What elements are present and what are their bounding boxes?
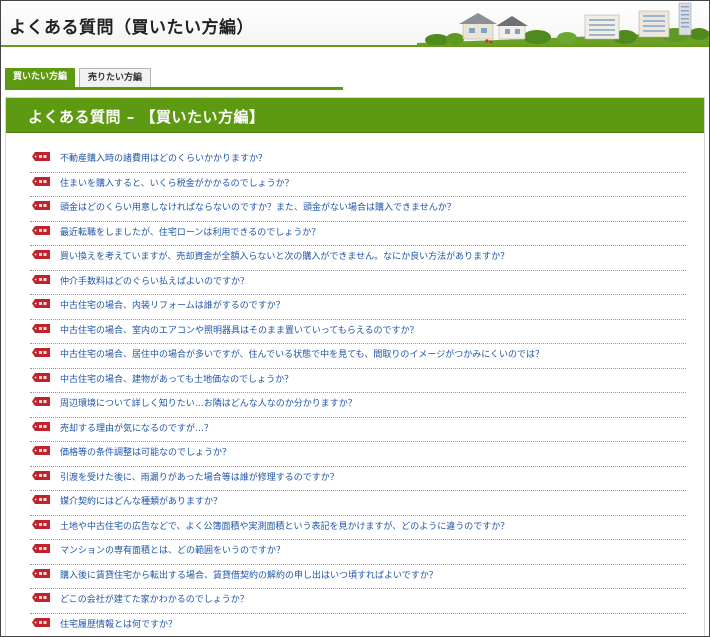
faq-question-link[interactable]: 買い換えを考えていますが、売却資金が全額入らないと次の購入ができません。なにか良… (60, 249, 509, 262)
question-tag-icon (32, 323, 50, 333)
faq-question-link[interactable]: 引渡を受けた後に、雨漏りがあった場合等は誰が修理するのですか？ (60, 470, 339, 483)
question-tag-icon (32, 470, 50, 480)
faq-item: 購入後に賃貸住宅から転出する場合、賃貸借契約の解約の申し出はいつ頃すればよいです… (30, 565, 686, 589)
question-tag-icon (32, 544, 50, 553)
faq-question-link[interactable]: 売却する理由が気になるのですが…？ (60, 421, 213, 434)
question-tag-icon (32, 348, 50, 357)
faq-item: 媒介契約にはどんな種類がありますか？ (30, 491, 686, 516)
faq-item: 売却する理由が気になるのですが…？ (30, 418, 686, 442)
question-tag-icon (32, 568, 50, 578)
tab-sellers[interactable]: 売りたい方編 (79, 68, 151, 87)
faq-item: 不動産購入時の諸費用はどのくらいかかりますか？ (30, 148, 686, 173)
faq-question-link[interactable]: 住宅履歴情報とは何ですか？ (60, 617, 177, 630)
faq-question-link[interactable]: どこの会社が建てた家かわかるのでしょうか？ (60, 592, 249, 605)
faq-question-link[interactable]: 土地や中古住宅の広告などで、よく公簿面積や実測面積という表記を見かけますが、どの… (60, 519, 509, 532)
faq-question-link[interactable]: 仲介手数料はどのぐらい払えばよいのですか？ (60, 274, 249, 287)
header-underline (1, 45, 709, 47)
question-tag-icon (32, 397, 50, 406)
faq-list: 不動産購入時の諸費用はどのくらいかかりますか？ 住まいを購入すると、いくら税金がか… (30, 148, 686, 637)
header-buildings-illustration (417, 2, 709, 47)
question-tag-icon (32, 519, 50, 529)
faq-item: 中古住宅の場合、内装リフォームは誰がするのですか？ (30, 295, 686, 320)
faq-question-link[interactable]: 住まいを購入すると、いくら税金がかかるのでしょうか？ (60, 176, 294, 189)
section-title: よくある質問 – 【買いたい方編】 (28, 108, 265, 126)
faq-question-link[interactable]: 不動産購入時の諸費用はどのくらいかかりますか？ (60, 151, 267, 164)
faq-question-link[interactable]: 中古住宅の場合、居住中の場合が多いですが、住んでいる状態で中を見ても、間取りのイ… (60, 347, 544, 360)
tab-underline (5, 87, 343, 90)
question-tag-icon (32, 372, 50, 382)
question-tag-icon (32, 250, 50, 259)
faq-item: どこの会社が建てた家かわかるのでしょうか？ (30, 589, 686, 614)
faq-item: 周辺環境について詳しく知りたい…お隣はどんな人なのか分かりますか？ (30, 393, 686, 418)
faq-question-link[interactable]: 媒介契約にはどんな種類がありますか？ (60, 494, 222, 507)
faq-item: 中古住宅の場合、建物があっても土地価なのでしょうか？ (30, 369, 686, 393)
page-title: よくある質問（買いたい方編） (9, 18, 254, 38)
faq-item: 買い換えを考えていますが、売却資金が全額入らないと次の購入ができません。なにか良… (30, 246, 686, 271)
question-tag-icon (32, 225, 50, 235)
faq-item: 中古住宅の場合、室内のエアコンや照明器具はそのまま置いていってもらえるのですか？ (30, 320, 686, 344)
faq-question-link[interactable]: 頭金はどのくらい用意しなければならないのですか？また、頭金がない場合は購入できま… (60, 200, 456, 213)
question-tag-icon (32, 152, 50, 161)
faq-question-link[interactable]: 購入後に賃貸住宅から転出する場合、賃貸借契約の解約の申し出はいつ頃すればよいです… (60, 568, 438, 581)
faq-question-link[interactable]: 中古住宅の場合、室内のエアコンや照明器具はそのまま置いていってもらえるのですか？ (60, 323, 419, 336)
tab-buyers[interactable]: 買いたい方編 (5, 68, 75, 87)
faq-item: 土地や中古住宅の広告などで、よく公簿面積や実測面積という表記を見かけますが、どの… (30, 516, 686, 540)
faq-question-link[interactable]: 中古住宅の場合、建物があっても土地価なのでしょうか？ (60, 372, 293, 385)
faq-item: 価格等の条件調整は可能なのでしょうか？ (30, 442, 686, 467)
section-header: よくある質問 – 【買いたい方編】 (6, 98, 704, 133)
faq-question-link[interactable]: 最近転職をしましたが、住宅ローンは利用できるのでしょうか？ (60, 225, 320, 238)
faq-question-link[interactable]: 中古住宅の場合、内装リフォームは誰がするのですか？ (60, 298, 285, 311)
faq-panel: よくある質問 – 【買いたい方編】 不動産購入時の諸費用はどのくらいかかりますか… (5, 97, 705, 637)
faq-item: 頭金はどのくらい用意しなければならないのですか？また、頭金がない場合は購入できま… (30, 197, 686, 222)
question-tag-icon (32, 176, 50, 186)
question-tag-icon (32, 617, 50, 627)
question-tag-icon (32, 446, 50, 455)
faq-item: 住宅履歴情報とは何ですか？ (30, 614, 686, 637)
faq-item: 最近転職をしましたが、住宅ローンは利用できるのでしょうか？ (30, 222, 686, 246)
faq-item: マンションの専有面積とは、どの範囲をいうのですか？ (30, 540, 686, 565)
faq-question-link[interactable]: 周辺環境について詳しく知りたい…お隣はどんな人なのか分かりますか？ (60, 396, 357, 409)
faq-item: 引渡を受けた後に、雨漏りがあった場合等は誰が修理するのですか？ (30, 467, 686, 491)
faq-question-link[interactable]: マンションの専有面積とは、どの範囲をいうのですか？ (60, 543, 285, 556)
question-tag-icon (32, 274, 50, 284)
page-frame: よくある質問（買いたい方編） 買いたい方編 売りたい方編 よくある質問 – 【買… (0, 0, 710, 637)
question-tag-icon (32, 495, 50, 504)
question-tag-icon (32, 299, 50, 308)
faq-item: 中古住宅の場合、居住中の場合が多いですが、住んでいる状態で中を見ても、間取りのイ… (30, 344, 686, 369)
faq-item: 仲介手数料はどのぐらい払えばよいのですか？ (30, 271, 686, 295)
question-tag-icon (32, 593, 50, 602)
faq-item: 住まいを購入すると、いくら税金がかかるのでしょうか？ (30, 173, 686, 197)
question-tag-icon (32, 201, 50, 210)
faq-question-link[interactable]: 価格等の条件調整は可能なのでしょうか？ (60, 445, 231, 458)
question-tag-icon (32, 421, 50, 431)
page-header: よくある質問（買いたい方編） (1, 1, 709, 47)
